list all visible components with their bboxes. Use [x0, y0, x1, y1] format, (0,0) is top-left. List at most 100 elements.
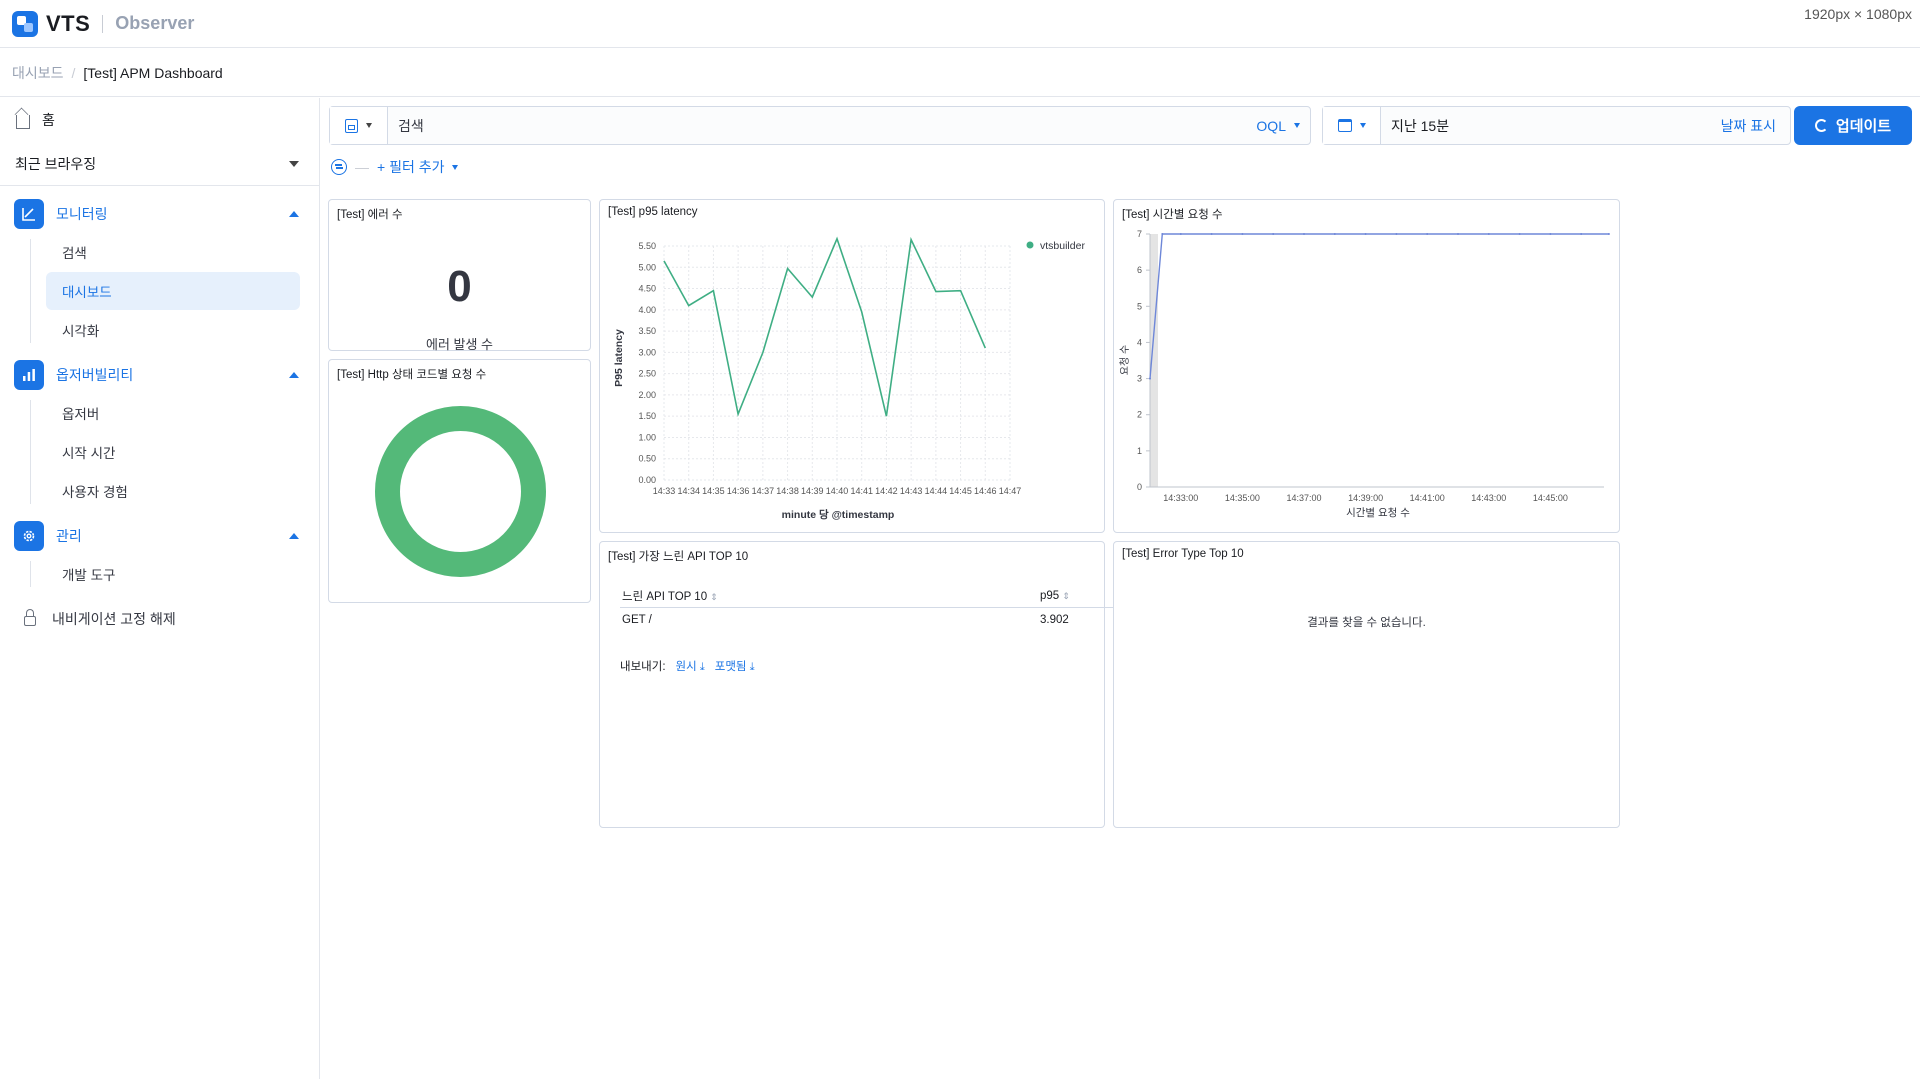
sidebar-group-management[interactable]: 관리	[0, 518, 319, 554]
x-tick-label: 14:46	[974, 486, 997, 496]
donut-slice[interactable]	[375, 406, 546, 577]
export-raw-link[interactable]: 원시 ⤓	[676, 658, 705, 674]
quick-date-button[interactable]	[1323, 107, 1381, 144]
filter-icon[interactable]	[331, 159, 347, 175]
data-point[interactable]	[687, 304, 691, 308]
x-tick-label: 14:37	[752, 486, 775, 496]
chevron-down-icon	[1294, 123, 1300, 128]
filter-row: — + 필터 추가	[331, 156, 459, 178]
breadcrumb-root[interactable]: 대시보드	[12, 63, 64, 83]
x-tick-label: 14:33	[653, 486, 676, 496]
sidebar-item-observer[interactable]: 옵저버	[46, 394, 300, 432]
data-point[interactable]	[1210, 233, 1213, 235]
data-point[interactable]	[884, 414, 888, 418]
series-line-vtsbuilder[interactable]	[663, 236, 987, 417]
y-tick-label: 3.50	[638, 326, 656, 336]
y-axis-label: 요청 수	[1119, 345, 1131, 375]
monitoring-children: 검색 대시보드 시각화	[30, 233, 319, 349]
sidebar-item-home[interactable]: 홈	[0, 98, 319, 142]
query-bar: OQL	[329, 106, 1311, 145]
x-tick-label: 14:33:00	[1163, 493, 1198, 503]
date-picker: 지난 15분 날짜 표시	[1322, 106, 1791, 145]
data-point[interactable]	[1518, 233, 1521, 235]
y-tick-label: 1.50	[638, 411, 656, 421]
x-tick-label: 14:34	[677, 486, 700, 496]
y-tick-label: 4.50	[638, 284, 656, 294]
data-point[interactable]	[1395, 233, 1398, 235]
y-tick-label: 5.00	[638, 262, 656, 272]
data-point[interactable]	[860, 310, 864, 314]
y-tick-label: 4	[1137, 337, 1142, 347]
sidebar-item-user-experience[interactable]: 사용자 경험	[46, 472, 300, 510]
sidebar-item-search[interactable]: 검색	[46, 233, 300, 271]
recent-browsing-toggle[interactable]: 최근 브라우징	[0, 142, 319, 186]
monitoring-icon	[14, 199, 44, 229]
search-input[interactable]	[388, 107, 1257, 144]
sidebar-group-observability[interactable]: 옵저버빌리티	[0, 357, 319, 393]
data-point[interactable]	[1241, 233, 1244, 235]
sidebar-item-dashboard[interactable]: 대시보드	[46, 272, 300, 310]
query-language-label: OQL	[1256, 117, 1286, 134]
sidebar-item-visualize[interactable]: 시각화	[46, 311, 300, 349]
data-point[interactable]	[934, 290, 938, 294]
data-point[interactable]	[1333, 233, 1336, 235]
sidebar-item-start-time[interactable]: 시작 시간	[46, 433, 300, 471]
data-point[interactable]	[959, 289, 963, 293]
data-point[interactable]	[810, 295, 814, 299]
data-point[interactable]	[662, 259, 666, 263]
data-point[interactable]	[736, 412, 740, 416]
x-tick-label: 14:43	[900, 486, 923, 496]
data-point[interactable]	[1161, 233, 1164, 235]
x-tick-label: 14:36	[727, 486, 750, 496]
data-point[interactable]	[835, 237, 839, 241]
query-language-toggle[interactable]: OQL	[1256, 118, 1300, 134]
home-icon	[16, 115, 30, 129]
legend-label[interactable]: vtsbuilder	[1040, 240, 1085, 252]
data-point[interactable]	[1272, 233, 1275, 235]
metric-label: 에러 발생 수	[425, 337, 494, 352]
data-point[interactable]	[909, 238, 913, 242]
export-formatted-link[interactable]: 포맷됨 ⤓	[715, 658, 755, 674]
y-tick-label: 0	[1137, 482, 1142, 492]
data-point[interactable]	[1607, 233, 1610, 235]
data-point[interactable]	[1549, 233, 1552, 235]
add-filter-button[interactable]: + 필터 추가	[377, 157, 459, 177]
y-tick-label: 3	[1137, 374, 1142, 384]
x-axis-label: 시간별 요청 수	[1346, 507, 1410, 519]
data-point[interactable]	[1580, 233, 1583, 235]
column-header-api[interactable]: 느린 API TOP 10 ⇕	[620, 588, 1040, 604]
data-point[interactable]	[983, 346, 987, 350]
data-point[interactable]	[1364, 233, 1367, 235]
data-point[interactable]	[1426, 233, 1429, 235]
x-tick-label: 14:39	[801, 486, 824, 496]
data-point[interactable]	[1149, 377, 1151, 380]
x-axis-label: minute 당 @timestamp	[782, 508, 895, 521]
sidebar-item-dev-tools[interactable]: 개발 도구	[46, 555, 300, 593]
chevron-down-icon	[366, 123, 372, 128]
data-point[interactable]	[711, 289, 715, 293]
panel-title: [Test] Error Type Top 10	[1122, 548, 1244, 560]
panel-error-type: [Test] Error Type Top 10 결과를 찾을 수 없습니다.	[1113, 541, 1620, 828]
show-dates-link[interactable]: 날짜 표시	[1721, 116, 1776, 136]
chevron-down-icon	[289, 160, 299, 167]
data-point[interactable]	[761, 350, 765, 354]
vts-logo-icon[interactable]	[12, 10, 38, 37]
calendar-icon	[1337, 119, 1352, 132]
date-range-text[interactable]: 지난 15분	[1381, 116, 1721, 136]
data-point[interactable]	[1303, 233, 1305, 235]
data-point[interactable]	[1457, 233, 1459, 235]
export-raw-label: 원시	[675, 661, 697, 673]
sidebar-group-monitoring[interactable]: 모니터링	[0, 196, 319, 232]
y-tick-label: 2	[1137, 410, 1142, 420]
unlock-navigation-button[interactable]: 내비게이션 고정 해제	[0, 599, 319, 639]
data-point[interactable]	[1487, 233, 1490, 235]
update-button[interactable]: 업데이트	[1794, 106, 1912, 145]
brand-name[interactable]: VTS	[46, 11, 90, 37]
chevron-down-icon	[1359, 123, 1366, 128]
saved-query-button[interactable]	[330, 107, 388, 144]
data-point[interactable]	[1179, 233, 1182, 235]
data-point[interactable]	[786, 267, 790, 271]
series-line-requests[interactable]	[1149, 233, 1609, 379]
observability-children: 옵저버 시작 시간 사용자 경험	[30, 394, 319, 510]
panel-http-status: [Test] Http 상태 코드별 요청 수	[328, 359, 591, 603]
